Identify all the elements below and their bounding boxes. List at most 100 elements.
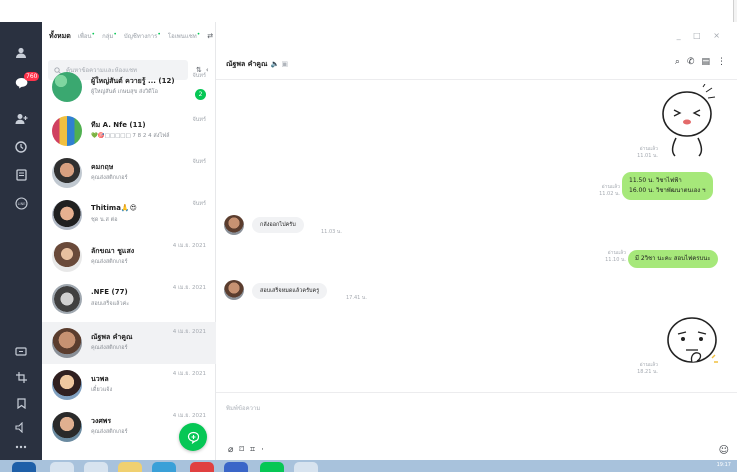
filter-icon[interactable]: ⇄ xyxy=(207,32,213,40)
taskbar-app[interactable] xyxy=(224,462,248,472)
tab-all[interactable]: ทั้งหมด xyxy=(49,31,71,42)
peer-avatar[interactable] xyxy=(224,215,244,235)
sticker-message[interactable] xyxy=(659,84,717,164)
new-chat-icon xyxy=(187,431,199,444)
taskbar-app[interactable] xyxy=(50,462,74,472)
message-time: 17.41 น. xyxy=(346,295,367,301)
window-top-strip xyxy=(0,0,737,22)
message-input[interactable]: พิมพ์ข้อความ xyxy=(226,403,260,413)
chat-list-item[interactable]: Thitima🙏😍 ชุด น.ส ต่อ จันทร์ xyxy=(42,194,216,236)
chat-preview: ชุด น.ส ต่อ xyxy=(91,217,118,223)
chat-list-item[interactable]: ผู้ใหญ่สันต์ ควายรู้ ... (12) ผู้ใหญ่สันต… xyxy=(42,66,216,108)
chat-name: ณัฐพล คำคูณ xyxy=(91,333,133,341)
chat-list-item[interactable]: .NFE (77) สอบเสร็จแล้วค่ะ 4 เม.ย. 2021 xyxy=(42,278,216,320)
chat-name: ผู้ใหญ่สันต์ ควายรู้ ... (12) xyxy=(91,77,175,85)
menu-icon[interactable]: ⋮ xyxy=(717,57,733,67)
my-message-bubble[interactable]: 11.50 น. วิชาไฟฟ้า 16.00 น. วิชาพัฒนาตนเ… xyxy=(622,172,713,200)
message-area: อ่านแล้ว 11.01 น. อ่านแล้ว 11.02 น. 11.50 … xyxy=(216,80,737,392)
avatar xyxy=(52,200,82,230)
taskbar-app[interactable] xyxy=(152,462,176,472)
chat-name: ทีม A. Nfe (11) xyxy=(91,121,146,129)
new-chat-button[interactable] xyxy=(179,423,207,451)
taskbar-app[interactable] xyxy=(260,462,284,472)
chat-preview: คุณส่งสติกเกอร์ xyxy=(91,259,128,265)
chat-list-item[interactable]: ทีม A. Nfe (11) 💚🎯□□□□□ 7 8 2 4 ส่งไฟล์ จั… xyxy=(42,110,216,152)
unread-count-badge: 760 xyxy=(24,72,40,81)
read-receipt: อ่านแล้ว 11.10 น. xyxy=(605,250,626,263)
chat-title[interactable]: ณัฐพล คำคูณ 🔈 ▣ xyxy=(226,59,288,70)
start-button[interactable] xyxy=(12,462,36,472)
add-friend-icon[interactable] xyxy=(0,108,42,130)
tab-bar: ทั้งหมด เพื่อน• กลุ่ม• บัญชีทางการ• โอเพ… xyxy=(42,22,216,50)
chat-name: วงศพร xyxy=(91,417,112,425)
chat-list-pane: ทั้งหมด เพื่อน• กลุ่ม• บัญชีทางการ• โอเพ… xyxy=(42,22,216,460)
chat-preview: คุณส่งสติกเกอร์ xyxy=(91,345,128,351)
chat-time: 4 เม.ย. 2021 xyxy=(172,329,206,335)
message-time: 11.03 น. xyxy=(321,229,342,235)
news-icon[interactable] xyxy=(0,164,42,186)
read-receipt: อ่านแล้ว 11.01 น. xyxy=(637,146,658,159)
peer-message-bubble[interactable]: กลังออกไปครับ xyxy=(252,217,304,233)
more-icon[interactable] xyxy=(0,436,42,458)
taskbar: 19:17 xyxy=(0,460,737,472)
avatar xyxy=(52,412,82,442)
notes-icon[interactable]: ▤ xyxy=(701,57,717,67)
unread-badge: 2 xyxy=(195,89,206,100)
chat-time: จันทร์ xyxy=(192,159,206,165)
taskbar-app[interactable] xyxy=(190,462,214,472)
friends-icon[interactable] xyxy=(0,42,42,64)
read-receipt: อ่านแล้ว 11.02 น. xyxy=(599,184,620,197)
search-icon[interactable]: ⌕ xyxy=(675,57,687,67)
chat-name: ลักขณา ชูแสง xyxy=(91,247,135,255)
tab-official[interactable]: บัญชีทางการ• xyxy=(124,31,161,41)
chat-preview: 💚🎯□□□□□ 7 8 2 4 ส่งไฟล์ xyxy=(91,133,170,139)
taskbar-app[interactable] xyxy=(84,462,108,472)
keep-icon[interactable] xyxy=(0,340,42,362)
chat-header: ณัฐพล คำคูณ 🔈 ▣ ⌕✆▤⋮ xyxy=(216,50,737,80)
avatar xyxy=(52,242,82,272)
timeline-icon[interactable] xyxy=(0,136,42,158)
chat-preview: สอบเสร็จแล้วค่ะ xyxy=(91,301,130,307)
nav-rail: 760 LINE xyxy=(0,22,42,460)
peer-message-bubble[interactable]: สอบเสร็จหมดแล้วครับครู xyxy=(252,283,328,299)
chat-list-item[interactable]: ณัฐพล คำคูณคุณส่งสติกเกอร์ 4 เม.ย. 2021 xyxy=(42,322,216,364)
crop-icon[interactable] xyxy=(0,366,42,388)
taskbar-app[interactable] xyxy=(294,462,318,472)
chat-time: 4 เม.ย. 2021 xyxy=(172,243,206,249)
keep-icon[interactable]: ⌑ xyxy=(239,445,250,455)
chat-list-item[interactable]: นวพล เดี๋ยวแจ้ง 4 เม.ย. 2021 xyxy=(42,364,216,406)
bookmark-icon[interactable] xyxy=(0,392,42,414)
tab-friends[interactable]: เพื่อน• xyxy=(78,31,95,41)
avatar xyxy=(52,158,82,188)
chat-time: 4 เม.ย. 2021 xyxy=(172,413,206,419)
window-controls[interactable]: _ □ × xyxy=(677,31,725,40)
speaker-icon[interactable] xyxy=(0,416,42,438)
chat-list-item[interactable]: ลักขณา ชูแสงคุณส่งสติกเกอร์ 4 เม.ย. 2021 xyxy=(42,236,216,278)
chat-time: จันทร์ xyxy=(192,73,206,79)
chat-preview: คุณส่งสติกเกอร์ xyxy=(91,429,128,435)
clock[interactable]: 19:17 xyxy=(717,462,731,468)
attach-icon[interactable]: ⌀ xyxy=(228,445,239,455)
chat-name: .NFE (77) xyxy=(91,288,128,296)
line-call-icon[interactable]: LINE xyxy=(0,192,42,214)
emoji-icon[interactable]: ☺ xyxy=(719,445,729,456)
peer-avatar[interactable] xyxy=(224,280,244,300)
phone-icon[interactable]: ✆ xyxy=(687,57,702,67)
my-message-bubble[interactable]: มี 2วิชา นะคะ สอบไฟครบนะ xyxy=(628,250,718,268)
avatar xyxy=(52,370,82,400)
taskbar-app[interactable] xyxy=(118,462,142,472)
avatar xyxy=(52,328,82,358)
chat-time: จันทร์ xyxy=(192,201,206,207)
chat-time: 4 เม.ย. 2021 xyxy=(172,285,206,291)
chat-preview: เดี๋ยวแจ้ง xyxy=(91,387,113,393)
tab-openchat[interactable]: โอเพนแชท• xyxy=(168,31,200,41)
read-receipt: อ่านแล้ว 18.21 น. xyxy=(637,362,658,375)
screenshot-icon[interactable]: ⌗· xyxy=(250,445,270,455)
message-input-area[interactable]: พิมพ์ข้อความ ⌀⌑⌗· ☺ xyxy=(216,392,737,460)
avatar xyxy=(52,72,82,102)
input-tools: ⌀⌑⌗· xyxy=(228,445,270,455)
chat-list-item[interactable]: คมกฤษ คุณส่งสติกเกอร์ จันทร์ xyxy=(42,152,216,194)
sticker-message[interactable] xyxy=(664,314,720,372)
tab-groups[interactable]: กลุ่ม• xyxy=(102,31,117,41)
chat-time: จันทร์ xyxy=(192,117,206,123)
